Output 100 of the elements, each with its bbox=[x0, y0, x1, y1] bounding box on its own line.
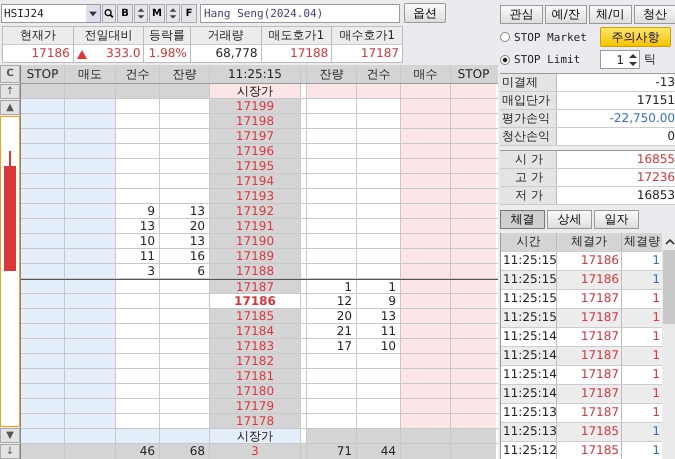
field-label: 청산손익 bbox=[500, 128, 557, 145]
total-cell: 68 bbox=[160, 444, 210, 459]
table-cell-text: 1 bbox=[651, 423, 661, 440]
field-value: 16853 bbox=[557, 187, 675, 204]
radio-option[interactable]: STOP Market bbox=[500, 30, 596, 44]
table-cell: 17187 bbox=[557, 328, 622, 346]
table-cell: 17186 bbox=[3, 45, 73, 62]
table-cell: 11:25:15 bbox=[501, 252, 557, 270]
side-button[interactable]: ↑ bbox=[0, 84, 20, 99]
field-label: 미결제 bbox=[500, 74, 557, 91]
view-tab[interactable]: 상세 bbox=[547, 210, 592, 229]
table-cell: 17187 bbox=[332, 45, 402, 62]
price-cell: 17195 bbox=[210, 159, 301, 173]
price-cell: 17199 bbox=[210, 99, 301, 113]
table-cell bbox=[451, 354, 496, 368]
price-cell: 17189 bbox=[210, 249, 301, 263]
scroll-up-icon[interactable] bbox=[665, 238, 675, 246]
price-cell: 17180 bbox=[210, 384, 301, 398]
table-cell: 11:25:14 bbox=[501, 385, 557, 403]
table-cell bbox=[451, 324, 496, 338]
view-tab[interactable]: 체결 bbox=[500, 210, 545, 229]
price-cell: 17187 bbox=[210, 280, 301, 293]
spin-arrows-icon[interactable] bbox=[134, 4, 148, 22]
price-cell: 17188 bbox=[210, 264, 301, 278]
table-cell: 333.0 bbox=[74, 45, 144, 62]
price-cell: 17198 bbox=[210, 114, 301, 128]
column-header: 체결가 bbox=[557, 233, 622, 251]
field-value: -13 bbox=[557, 74, 675, 91]
table-cell bbox=[451, 414, 496, 428]
total-cell: 46 bbox=[116, 444, 160, 459]
table-cell bbox=[451, 339, 496, 353]
table-cell: 3 bbox=[116, 264, 160, 278]
side-button[interactable]: C bbox=[0, 65, 20, 83]
field-value: 17236 bbox=[557, 169, 675, 186]
column-header: 현재가 bbox=[3, 27, 73, 45]
table-cell-text: 1 bbox=[651, 252, 661, 269]
table-cell bbox=[451, 399, 496, 413]
table-cell-text: 1 bbox=[651, 404, 661, 421]
side-button[interactable]: ↓ bbox=[0, 444, 20, 459]
table-cell-text: 1 bbox=[651, 442, 661, 459]
table-cell: 10 bbox=[116, 234, 160, 248]
panel-tab-button[interactable]: 예/잔 bbox=[544, 5, 587, 24]
symbol-field[interactable]: HSIJ24 bbox=[1, 4, 101, 22]
table-cell bbox=[451, 219, 496, 233]
total-cell: 3 bbox=[210, 444, 301, 459]
price-cell: 17191 bbox=[210, 219, 301, 233]
search-icon[interactable] bbox=[102, 4, 116, 22]
letter-button[interactable]: B bbox=[117, 4, 133, 22]
table-cell-text: 1 bbox=[651, 290, 661, 307]
side-button[interactable]: ▼ bbox=[0, 428, 20, 443]
table-cell bbox=[451, 384, 496, 398]
table-cell: 17185 bbox=[557, 442, 622, 459]
price-cell: 17181 bbox=[210, 369, 301, 383]
dropdown-caret-icon[interactable] bbox=[86, 4, 100, 22]
side-button[interactable]: ▲ bbox=[0, 100, 20, 115]
column-header: 전일대비 bbox=[74, 27, 144, 45]
table-cell bbox=[451, 189, 496, 203]
field-label: 평가손익 bbox=[500, 110, 557, 127]
field-value: -22,750.00 bbox=[557, 110, 675, 127]
letter-button[interactable]: F bbox=[181, 4, 197, 22]
table-cell: 17185 bbox=[557, 423, 622, 441]
table-cell-text: 1 bbox=[651, 385, 661, 402]
price-cell: 17193 bbox=[210, 189, 301, 203]
tick-spinner[interactable]: 1 bbox=[600, 50, 640, 69]
table-cell-text: 1 bbox=[651, 366, 661, 383]
table-cell bbox=[451, 144, 496, 158]
letter-button[interactable]: M bbox=[149, 4, 165, 22]
table-cell bbox=[451, 99, 496, 113]
table-cell bbox=[451, 249, 496, 263]
notice-button[interactable]: 주의사항 bbox=[600, 27, 671, 47]
view-tab[interactable]: 일자 bbox=[594, 210, 639, 229]
panel-tab-button[interactable]: 체/미 bbox=[589, 5, 632, 24]
panel-tab-button[interactable]: 청산 bbox=[634, 5, 675, 24]
field-label: 시 가 bbox=[500, 151, 557, 168]
price-cell: 17179 bbox=[210, 399, 301, 413]
table-cell: 17 bbox=[307, 339, 357, 353]
up-triangle-icon bbox=[76, 48, 87, 58]
table-cell: 11:25:14 bbox=[501, 347, 557, 365]
table-cell bbox=[451, 369, 496, 383]
spin-arrows-icon[interactable] bbox=[166, 4, 180, 22]
scrollbar[interactable] bbox=[662, 233, 675, 459]
table-cell-text: 1 bbox=[651, 347, 661, 364]
column-header: 등락률 bbox=[144, 27, 190, 45]
price-cell: 17196 bbox=[210, 144, 301, 158]
market-price-cell: 시장가 bbox=[210, 429, 301, 443]
radio-option[interactable]: STOP Limit bbox=[500, 53, 596, 66]
field-label: 저 가 bbox=[500, 187, 557, 204]
column-header: 시간 bbox=[501, 233, 557, 251]
table-cell: 17187 bbox=[557, 309, 622, 327]
column-header: 거래량 bbox=[190, 27, 261, 45]
table-cell: 11:25:15 bbox=[501, 271, 557, 289]
table-cell bbox=[451, 204, 496, 218]
price-cell: 17194 bbox=[210, 174, 301, 188]
price-cell: 17183 bbox=[210, 339, 301, 353]
price-cell: 17184 bbox=[210, 324, 301, 338]
table-cell: 17186 bbox=[557, 252, 622, 270]
column-header: 매수호가1 bbox=[332, 27, 402, 45]
panel-tab-button[interactable]: 관심 bbox=[500, 5, 542, 24]
option-button[interactable]: 옵션 bbox=[404, 3, 446, 23]
field-label: 매입단가 bbox=[500, 92, 557, 109]
